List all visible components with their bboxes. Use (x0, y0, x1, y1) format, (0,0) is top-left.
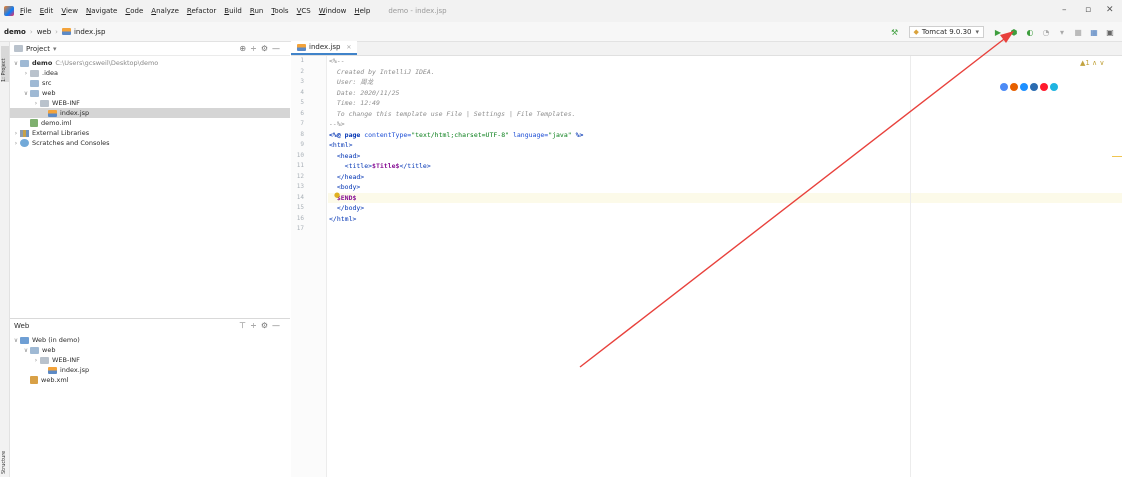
annotation-arrow-line (579, 35, 1009, 368)
annotation-arrow (579, 31, 1014, 368)
